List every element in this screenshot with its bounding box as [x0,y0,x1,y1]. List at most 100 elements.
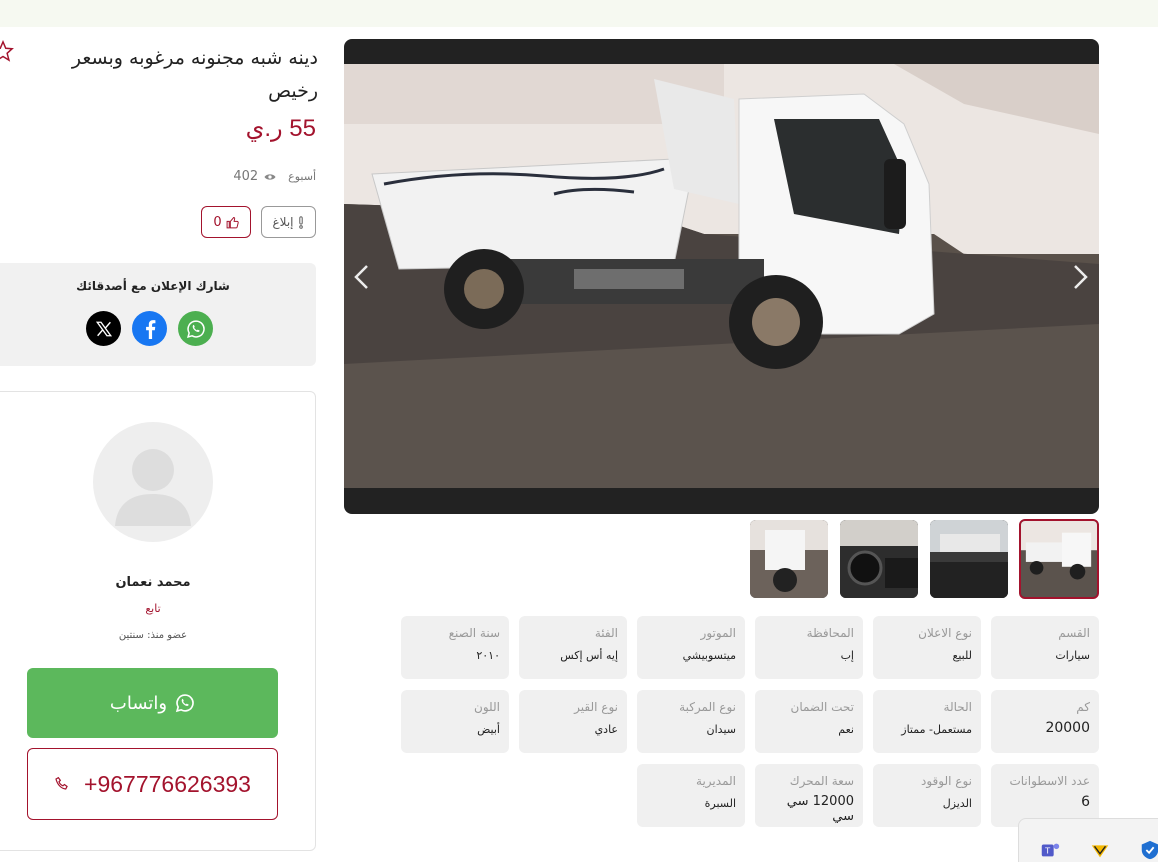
spec-key: سنة الصنع [448,626,500,640]
spec-key: اللون [474,700,500,714]
spec-item: الفئة إيه أس إكس [519,616,627,679]
spec-value: الديزل [942,797,972,810]
svg-text:T: T [1044,846,1051,856]
norton-icon[interactable] [1089,839,1111,861]
spec-value: إب [840,649,854,662]
thumbnail-image [930,520,1008,598]
spec-key: الموتور [700,626,736,640]
facebook-icon [145,319,155,339]
like-button[interactable]: 0 [201,206,251,238]
spec-key: الفئة [594,626,618,640]
previous-photo-icon[interactable] [352,262,372,292]
main-photo [344,64,1099,488]
spec-item: المحافظة إب [755,616,863,679]
spec-value: السبرة [704,797,736,810]
ad-views: 402 [233,169,276,184]
spec-item: كم 20000 [991,690,1099,753]
spec-item: اللون أبيض [401,690,509,753]
spec-key: عدد الاسطوانات [1009,774,1090,788]
spec-key: نوع المركبة [679,700,736,714]
spec-value: سيدان [706,723,736,736]
spec-item: سعة المحرك 12000 سي سي [755,764,863,827]
spec-value: 6 [1081,794,1090,810]
share-icons [86,311,213,346]
ad-price: 55 ر.ي [245,115,316,142]
avatar[interactable] [93,422,213,542]
spec-item: نوع القير عادي [519,690,627,753]
thumbnail-image [840,520,918,598]
share-title: شارك الإعلان مع أصدقائك [76,279,230,293]
call-button[interactable]: +967776626393 [27,748,278,820]
spec-value: عادي [594,723,618,736]
taskbar-tray: T [1018,818,1158,862]
favorite-star-icon[interactable] [0,40,14,62]
spec-key: كم [1076,700,1090,714]
spec-key: نوع الاعلان [918,626,972,640]
spec-item: الحالة مستعمل- ممتاز [873,690,981,753]
facebook-share-button[interactable] [132,311,167,346]
spec-value: أبيض [477,723,500,736]
whatsapp-icon [186,319,205,338]
top-bar [0,0,1158,27]
spec-value: سيارات [1055,649,1090,662]
spec-value: 12000 سي سي [786,794,854,824]
phone-icon [55,776,68,790]
spec-item: نوع الاعلان للبيع [873,616,981,679]
spec-key: المديرية [696,774,736,788]
ad-meta: أسبوع 402 [150,169,316,184]
spec-key: القسم [1058,626,1090,640]
spec-item: القسم سيارات [991,616,1099,679]
spec-item: نوع المركبة سيدان [637,690,745,753]
thumbnail[interactable] [840,520,918,598]
default-avatar-icon [115,449,191,526]
security-shield-icon[interactable] [1139,839,1158,861]
spec-key: نوع الوقود [921,774,972,788]
spec-value: للبيع [952,649,973,662]
thumbs-up-icon [226,216,239,228]
likes-count: 0 [213,214,222,230]
photo-gallery[interactable] [344,39,1099,514]
spec-value: إيه أس إكس [560,649,618,662]
ad-age: أسبوع [288,170,316,183]
seller-name[interactable]: محمد نعمان [0,575,315,590]
thumbnail-image [1021,521,1097,597]
spec-value: مستعمل- ممتاز [901,723,972,736]
phone-number: +967776626393 [84,770,251,797]
eye-icon [264,173,276,180]
whatsapp-button[interactable]: واتساب [27,668,278,738]
next-photo-icon[interactable] [1070,262,1090,292]
thumbnail-active[interactable] [1019,519,1099,599]
spec-item: تحت الضمان نعم [755,690,863,753]
x-share-button[interactable] [86,311,121,346]
report-label: إبلاغ [272,215,294,229]
ad-title: دينه شبه مجنونه مرغوبه وبسعر رخيص [71,47,318,102]
x-icon [95,321,112,336]
spec-key: الحالة [943,700,972,714]
report-button[interactable]: إبلاغ [261,206,316,238]
views-count: 402 [233,169,259,184]
share-box: شارك الإعلان مع أصدقائك [0,263,316,366]
spec-item: الموتور ميتسوبيشي [637,616,745,679]
whatsapp-icon [175,694,194,713]
spec-item: المديرية السبرة [637,764,745,827]
spec-item: نوع الوقود الديزل [873,764,981,827]
teams-icon[interactable]: T [1039,839,1061,861]
thumbnail-image [750,520,828,598]
exclamation-icon [298,215,303,229]
follow-link[interactable]: تابع [0,602,315,615]
spec-value: ٢٠١٠ [476,649,500,662]
thumbnail-strip [750,519,1099,599]
member-since: عضو منذ: سنتين [118,630,188,641]
seller-card: محمد نعمان تابع عضو منذ: سنتين واتساب +9… [0,391,316,851]
spec-value: نعم [838,723,854,736]
spec-key: نوع القير [574,700,618,714]
spec-item: سنة الصنع ٢٠١٠ [401,616,509,679]
whatsapp-share-button[interactable] [178,311,213,346]
spec-key: تحت الضمان [790,700,855,714]
whatsapp-label: واتساب [109,692,168,714]
thumbnail[interactable] [930,520,1008,598]
spec-key: المحافظة [806,626,854,640]
spec-value: ميتسوبيشي [682,649,736,662]
spec-value: 20000 [1045,720,1090,736]
thumbnail[interactable] [750,520,828,598]
